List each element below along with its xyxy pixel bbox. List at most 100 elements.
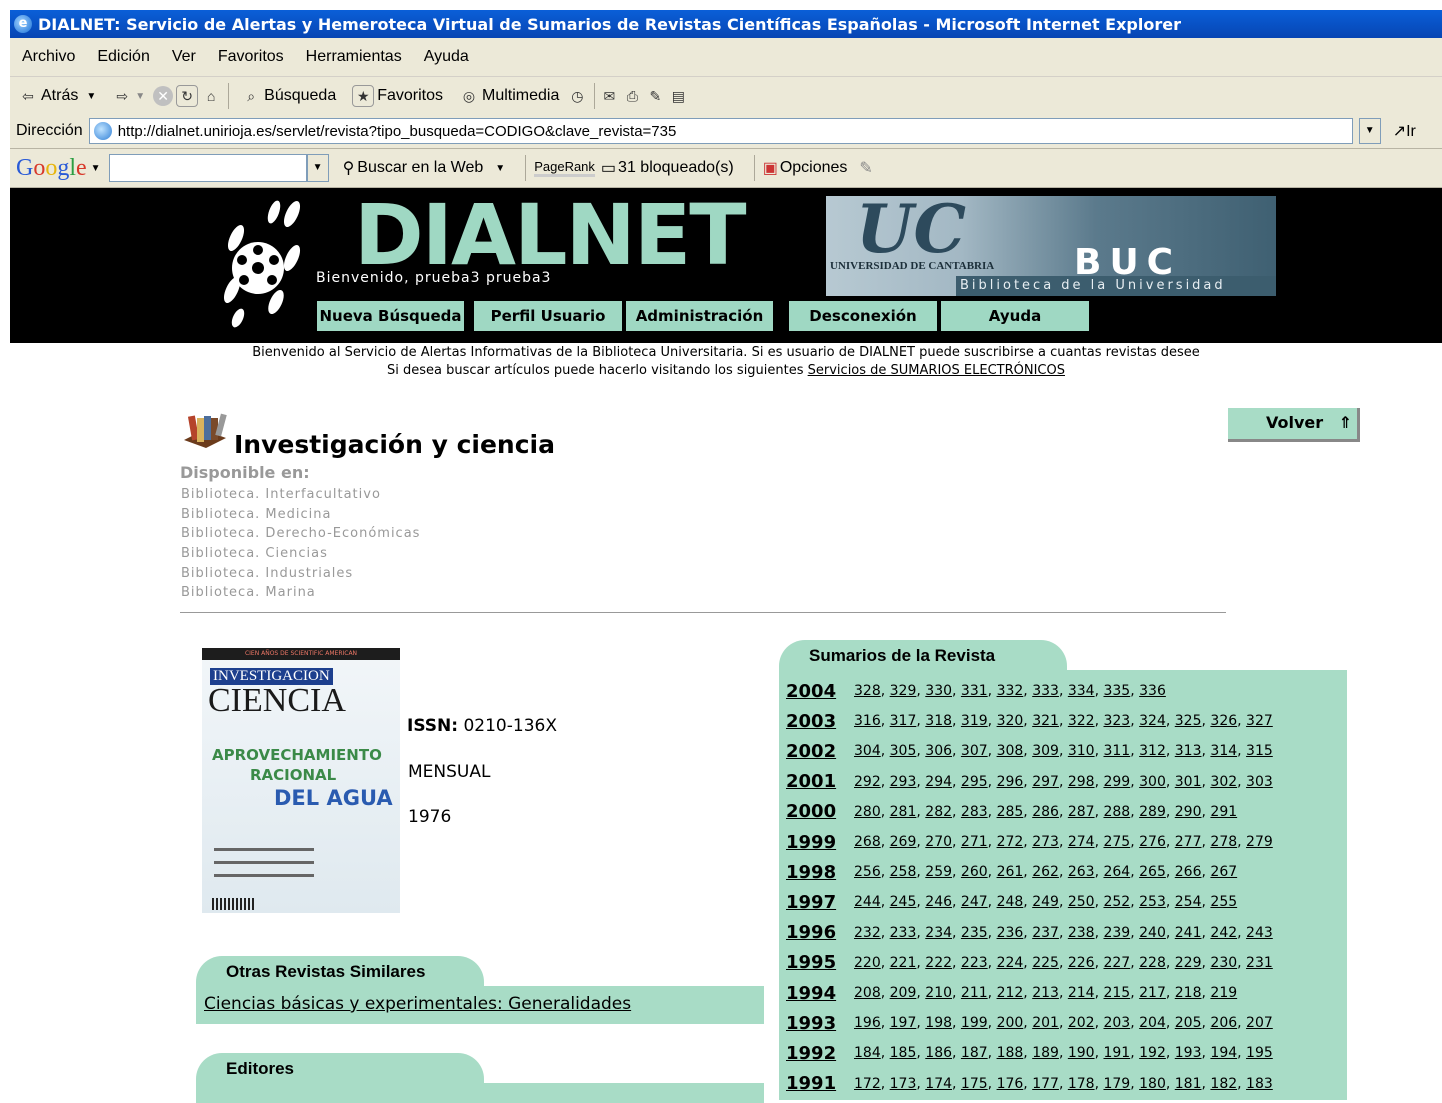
summary-issue-link[interactable]: 247: [961, 894, 988, 910]
summary-issue-link[interactable]: 302: [1210, 774, 1237, 790]
summary-issue-link[interactable]: 272: [997, 834, 1024, 850]
summary-issue-link[interactable]: 266: [1175, 864, 1202, 880]
summary-issue-link[interactable]: 287: [1068, 804, 1095, 820]
menu-ayuda[interactable]: Ayuda: [424, 48, 469, 66]
summary-issue-link[interactable]: 246: [925, 894, 952, 910]
summary-issue-link[interactable]: 189: [1032, 1045, 1059, 1061]
similar-journals-link[interactable]: Ciencias básicas y experimentales: Gener…: [204, 994, 631, 1014]
summary-issue-link[interactable]: 321: [1032, 713, 1059, 729]
summary-issue-link[interactable]: 334: [1068, 683, 1095, 699]
edit-icon[interactable]: ✎: [645, 86, 665, 106]
go-button[interactable]: ↗Ir: [1393, 121, 1416, 141]
summary-issue-link[interactable]: 325: [1175, 713, 1202, 729]
summary-issue-link[interactable]: 258: [890, 864, 917, 880]
summary-issue-link[interactable]: 204: [1139, 1015, 1166, 1031]
summary-issue-link[interactable]: 221: [890, 955, 917, 971]
summary-issue-link[interactable]: 220: [854, 955, 881, 971]
summary-issue-link[interactable]: 279: [1246, 834, 1273, 850]
summary-issue-link[interactable]: 307: [961, 743, 988, 759]
menu-archivo[interactable]: Archivo: [22, 48, 75, 66]
print-icon[interactable]: ⎙: [622, 86, 642, 106]
summary-issue-link[interactable]: 252: [1103, 894, 1130, 910]
summary-issue-link[interactable]: 333: [1032, 683, 1059, 699]
summary-issue-link[interactable]: 173: [890, 1076, 917, 1092]
summary-issue-link[interactable]: 329: [890, 683, 917, 699]
history-icon[interactable]: ◷: [567, 86, 587, 106]
summary-issue-link[interactable]: 213: [1032, 985, 1059, 1001]
summary-year-link[interactable]: 1999: [786, 832, 854, 853]
summary-year-link[interactable]: 2002: [786, 741, 854, 762]
summary-issue-link[interactable]: 305: [890, 743, 917, 759]
menu-favoritos[interactable]: Favoritos: [218, 48, 284, 66]
summary-issue-link[interactable]: 178: [1068, 1076, 1095, 1092]
summary-issue-link[interactable]: 320: [997, 713, 1024, 729]
summary-issue-link[interactable]: 207: [1246, 1015, 1273, 1031]
summary-issue-link[interactable]: 286: [1032, 804, 1059, 820]
summary-issue-link[interactable]: 201: [1032, 1015, 1059, 1031]
summary-issue-link[interactable]: 219: [1210, 985, 1237, 1001]
menu-herramientas[interactable]: Herramientas: [306, 48, 402, 66]
summary-issue-link[interactable]: 212: [997, 985, 1024, 1001]
summary-issue-link[interactable]: 253: [1139, 894, 1166, 910]
summary-issue-link[interactable]: 288: [1103, 804, 1130, 820]
summary-year-link[interactable]: 2004: [786, 681, 854, 702]
summary-issue-link[interactable]: 328: [854, 683, 881, 699]
summary-year-link[interactable]: 1998: [786, 862, 854, 883]
summary-year-link[interactable]: 1992: [786, 1043, 854, 1064]
summary-issue-link[interactable]: 191: [1103, 1045, 1130, 1061]
summary-year-link[interactable]: 1994: [786, 983, 854, 1004]
summary-issue-link[interactable]: 276: [1139, 834, 1166, 850]
highlighter-icon[interactable]: ✎: [859, 158, 872, 178]
summary-issue-link[interactable]: 192: [1139, 1045, 1166, 1061]
summary-issue-link[interactable]: 285: [997, 804, 1024, 820]
summary-year-link[interactable]: 2001: [786, 771, 854, 792]
summary-issue-link[interactable]: 184: [854, 1045, 881, 1061]
summary-issue-link[interactable]: 177: [1032, 1076, 1059, 1092]
summary-issue-link[interactable]: 313: [1175, 743, 1202, 759]
summary-issue-link[interactable]: 335: [1103, 683, 1130, 699]
summary-issue-link[interactable]: 249: [1032, 894, 1059, 910]
multimedia-button[interactable]: ◎ Multimedia: [459, 86, 559, 106]
summary-issue-link[interactable]: 294: [925, 774, 952, 790]
summary-year-link[interactable]: 1995: [786, 952, 854, 973]
mail-icon[interactable]: ✉: [599, 86, 619, 106]
back-dropdown-icon[interactable]: ▼: [86, 91, 96, 102]
summary-issue-link[interactable]: 215: [1103, 985, 1130, 1001]
summary-issue-link[interactable]: 326: [1210, 713, 1237, 729]
home-icon[interactable]: ⌂: [201, 86, 221, 106]
summary-issue-link[interactable]: 336: [1139, 683, 1166, 699]
summary-issue-link[interactable]: 298: [1068, 774, 1095, 790]
summary-issue-link[interactable]: 283: [961, 804, 988, 820]
summary-issue-link[interactable]: 240: [1139, 925, 1166, 941]
summary-issue-link[interactable]: 324: [1139, 713, 1166, 729]
search-web-dropdown-icon[interactable]: ▼: [495, 163, 505, 174]
summary-issue-link[interactable]: 210: [925, 985, 952, 1001]
summary-issue-link[interactable]: 250: [1068, 894, 1095, 910]
summary-issue-link[interactable]: 248: [997, 894, 1024, 910]
summary-issue-link[interactable]: 205: [1175, 1015, 1202, 1031]
summary-issue-link[interactable]: 312: [1139, 743, 1166, 759]
summary-issue-link[interactable]: 175: [961, 1076, 988, 1092]
summary-issue-link[interactable]: 280: [854, 804, 881, 820]
summary-year-link[interactable]: 1993: [786, 1013, 854, 1034]
summary-issue-link[interactable]: 202: [1068, 1015, 1095, 1031]
summary-issue-link[interactable]: 277: [1175, 834, 1202, 850]
summary-issue-link[interactable]: 289: [1139, 804, 1166, 820]
summary-issue-link[interactable]: 224: [997, 955, 1024, 971]
summary-year-link[interactable]: 1996: [786, 922, 854, 943]
summary-issue-link[interactable]: 194: [1210, 1045, 1237, 1061]
summary-issue-link[interactable]: 182: [1210, 1076, 1237, 1092]
menu-edicion[interactable]: Edición: [97, 48, 149, 66]
summary-issue-link[interactable]: 332: [997, 683, 1024, 699]
google-logo[interactable]: Google: [16, 155, 87, 182]
summary-issue-link[interactable]: 231: [1246, 955, 1273, 971]
summary-issue-link[interactable]: 200: [997, 1015, 1024, 1031]
summary-issue-link[interactable]: 265: [1139, 864, 1166, 880]
summary-issue-link[interactable]: 255: [1210, 894, 1237, 910]
summary-issue-link[interactable]: 316: [854, 713, 881, 729]
summary-issue-link[interactable]: 174: [925, 1076, 952, 1092]
summary-issue-link[interactable]: 227: [1103, 955, 1130, 971]
summary-issue-link[interactable]: 242: [1210, 925, 1237, 941]
summary-issue-link[interactable]: 271: [961, 834, 988, 850]
summary-issue-link[interactable]: 259: [925, 864, 952, 880]
